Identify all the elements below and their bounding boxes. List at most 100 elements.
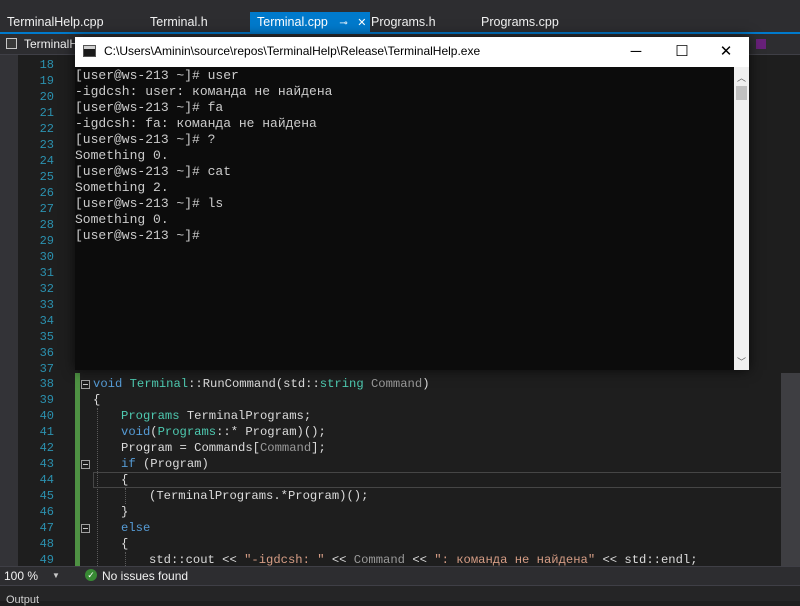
code-text: Program = Commands[ (121, 441, 260, 455)
line-number: 44 (39, 473, 54, 487)
pin-icon[interactable]: ⊸ (339, 14, 347, 34)
line-number: 40 (39, 409, 54, 423)
code-text: ]; (311, 441, 326, 455)
line-number: 41 (39, 425, 54, 439)
line-number: 26 (39, 186, 54, 200)
minimize-button[interactable]: ─ (613, 37, 659, 67)
line-number: 25 (39, 170, 54, 184)
editor-scrollbar[interactable] (781, 373, 800, 566)
current-line-highlight (93, 472, 800, 488)
scroll-down-icon[interactable]: ﹀ (737, 355, 746, 368)
line-number: 42 (39, 441, 54, 455)
code-line-46[interactable]: } (121, 504, 128, 520)
scroll-thumb[interactable] (736, 86, 747, 100)
tab-programs-cpp[interactable]: Programs.cpp (474, 12, 591, 32)
collapse-icon[interactable] (81, 524, 90, 533)
code-line-42[interactable]: Program = Commands[Command]; (121, 440, 326, 456)
line-number: 45 (39, 489, 54, 503)
collapse-icon[interactable] (81, 380, 90, 389)
line-number: 19 (39, 74, 54, 88)
console-line: Something 0. (75, 212, 169, 227)
project-dropdown[interactable]: TerminalH (24, 37, 78, 51)
console-line: Something 0. (75, 148, 169, 163)
issues-status[interactable]: No issues found (102, 569, 188, 583)
code-line-40[interactable]: Programs TerminalPrograms; (121, 408, 311, 424)
code-text: << (324, 553, 354, 567)
parameter-name: Command (259, 441, 312, 455)
tab-label: Terminal.h (150, 15, 208, 29)
code-text: << std::endl; (595, 553, 698, 567)
code-line-45[interactable]: (TerminalPrograms.*Program)(); (149, 488, 368, 504)
code-text: (Program) (135, 457, 209, 471)
tab-label: Programs.cpp (481, 15, 559, 29)
line-number: 27 (39, 202, 54, 216)
close-button[interactable]: ✕ (703, 37, 749, 67)
change-tracking-bar (75, 373, 80, 566)
line-number: 46 (39, 505, 54, 519)
console-scrollbar[interactable]: ︿ ﹀ (734, 67, 749, 370)
code-line-41[interactable]: void(Programs::* Program)(); (121, 424, 326, 440)
line-number: 48 (39, 537, 54, 551)
parameter-name: Command (353, 553, 405, 567)
console-line: -igdcsh: user: команда не найдена (75, 84, 333, 99)
tab-terminal-cpp[interactable]: Terminal.cpp ⊸ ✕ (250, 12, 370, 32)
line-number: 32 (39, 282, 54, 296)
console-line: [user@ws-213 ~]# user (75, 68, 239, 83)
line-number: 34 (39, 314, 54, 328)
line-number: 20 (39, 90, 54, 104)
collapse-icon[interactable] (81, 460, 90, 469)
code-line-44[interactable]: { (121, 472, 128, 488)
line-number: 28 (39, 218, 54, 232)
chevron-down-icon[interactable]: ▼ (52, 571, 60, 580)
code-line-39[interactable]: { (93, 392, 100, 408)
console-title-bar[interactable]: C:\Users\Aminin\source\repos\TerminalHel… (75, 37, 749, 67)
line-number: 37 (39, 362, 54, 376)
check-icon: ✓ (85, 569, 97, 581)
code-line-48[interactable]: { (121, 536, 128, 552)
project-icon (6, 38, 17, 49)
code-line-38[interactable]: void Terminal::RunCommand(std::string Co… (93, 376, 430, 392)
line-number: 38 (39, 377, 54, 391)
code-text: ::* Program)(); (216, 425, 326, 439)
line-number: 31 (39, 266, 54, 280)
line-number: 24 (39, 154, 54, 168)
editor-status-bar: 100 % ▼ ✓ No issues found (0, 566, 800, 585)
keyword: else (121, 521, 151, 535)
line-number: 35 (39, 330, 54, 344)
line-number: 21 (39, 106, 54, 120)
tab-label: TerminalHelp.cpp (7, 15, 104, 29)
member-icon[interactable] (756, 39, 766, 49)
maximize-button[interactable]: ☐ (659, 37, 705, 67)
console-line: [user@ws-213 ~]# fa (75, 100, 224, 115)
console-prompt: [user@ws-213 ~]# (75, 228, 200, 243)
editor-margin (0, 55, 18, 566)
console-window[interactable]: C:\Users\Aminin\source\repos\TerminalHel… (75, 37, 749, 370)
line-number: 33 (39, 298, 54, 312)
scroll-up-icon[interactable]: ︿ (737, 71, 746, 84)
keyword: void (93, 377, 123, 391)
console-app-icon (83, 45, 96, 57)
document-tab-bar: TerminalHelp.cpp Terminal.h Terminal.cpp… (0, 0, 800, 34)
zoom-level[interactable]: 100 % (4, 569, 38, 583)
line-number: 18 (39, 58, 54, 72)
string-literal: "-igdcsh: " (244, 553, 325, 567)
code-line-43[interactable]: if (Program) (121, 456, 209, 472)
indent-guide (125, 552, 126, 566)
output-panel-title[interactable]: Output (6, 594, 39, 606)
console-output[interactable]: [user@ws-213 ~]# user -igdcsh: user: ком… (75, 67, 734, 370)
code-line-47[interactable]: else (121, 520, 150, 536)
line-number: 23 (39, 138, 54, 152)
line-number: 22 (39, 122, 54, 136)
console-line: [user@ws-213 ~]# cat (75, 164, 232, 179)
console-line: [user@ws-213 ~]# ? (75, 132, 216, 147)
output-panel-header: Output (0, 585, 800, 606)
parameter-name: Command (370, 377, 423, 391)
tab-terminalhelp-cpp[interactable]: TerminalHelp.cpp (0, 12, 142, 32)
tab-terminal-h[interactable]: Terminal.h (143, 12, 245, 32)
code-text: ::RunCommand(std:: (188, 377, 320, 391)
type-name: Programs (157, 425, 217, 439)
console-line: Something 2. (75, 180, 169, 195)
line-number: 39 (39, 393, 54, 407)
tab-programs-h[interactable]: Programs.h (364, 12, 471, 32)
